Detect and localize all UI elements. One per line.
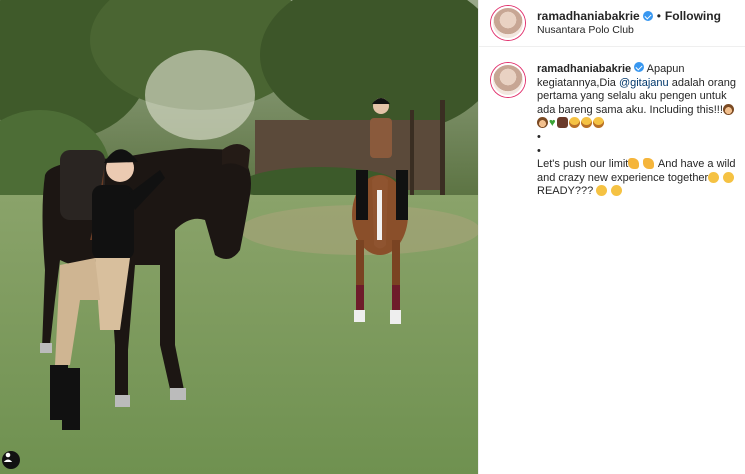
caption-text-2a: Let's push our limit (537, 158, 629, 171)
post-header: ramadhaniabakrie • Following Nusantara P… (479, 0, 745, 47)
photo-scene (0, 0, 478, 474)
zany-face-emoji-icon (723, 171, 735, 183)
mention-link[interactable]: @gitajanu (619, 77, 669, 89)
instagram-post: ramadhaniabakrie • Following Nusantara P… (0, 0, 745, 474)
post-sidebar: ramadhaniabakrie • Following Nusantara P… (478, 0, 745, 474)
author-username[interactable]: ramadhaniabakrie (537, 9, 640, 23)
header-text: ramadhaniabakrie • Following Nusantara P… (537, 9, 721, 37)
user-tag-glyph (3, 452, 13, 462)
caption-avatar[interactable] (491, 63, 525, 97)
caption-text-3: READY??? (537, 185, 594, 198)
woman-emoji-icon (537, 117, 548, 129)
user-tag-icon[interactable] (2, 451, 20, 469)
couple-emoji-icon (556, 117, 568, 129)
verified-badge-icon (642, 11, 653, 21)
green-heart-icon: ♥ (549, 117, 556, 130)
grin-emoji-icon (592, 117, 604, 129)
grin-emoji-icon (580, 117, 592, 129)
location-link[interactable]: Nusantara Polo Club (537, 23, 721, 37)
zany-face-emoji-icon (708, 171, 720, 183)
zany-face-emoji-icon (611, 185, 623, 197)
grin-emoji-icon (568, 117, 580, 129)
caption-bullet-1: • (537, 130, 541, 143)
author-avatar[interactable] (491, 6, 525, 40)
zany-face-emoji-icon (596, 185, 608, 197)
post-caption: ramadhaniabakrie Apapun kegiatannya,Dia … (491, 62, 736, 199)
caption-username[interactable]: ramadhaniabakrie (537, 63, 631, 75)
caption-bullet-2: • (537, 144, 541, 157)
post-photo[interactable] (0, 0, 478, 474)
header-row: ramadhaniabakrie • Following (537, 9, 721, 23)
muscle-emoji-icon (628, 158, 640, 170)
woman-emoji-icon (722, 103, 734, 115)
header-separator: • (656, 9, 661, 23)
verified-badge-icon (634, 62, 645, 72)
following-button[interactable]: Following (665, 9, 721, 23)
muscle-emoji-icon (643, 158, 655, 170)
caption-body: ramadhaniabakrie Apapun kegiatannya,Dia … (537, 62, 736, 199)
